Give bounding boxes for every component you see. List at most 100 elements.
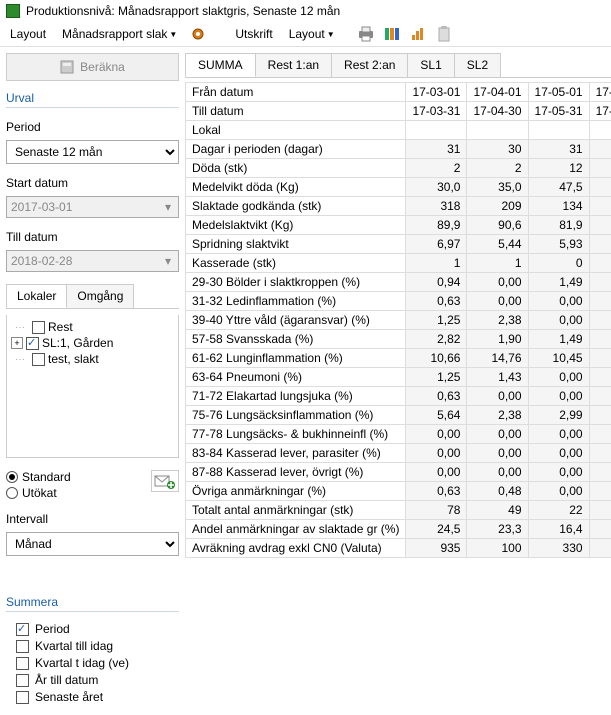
checkbox[interactable] <box>32 321 45 334</box>
cell[interactable]: 0 <box>528 254 589 273</box>
cell[interactable]: 1,49 <box>528 273 589 292</box>
cell[interactable]: 17-06 <box>589 83 611 102</box>
cell[interactable]: 14,76 <box>467 349 528 368</box>
cell[interactable]: 0,00 <box>406 444 467 463</box>
cell[interactable]: 0,63 <box>406 482 467 501</box>
cell[interactable]: 0,00 <box>406 425 467 444</box>
check-kvartal2[interactable]: Kvartal t idag (ve) <box>6 656 179 670</box>
clipboard-icon[interactable] <box>435 25 453 43</box>
tab-summa[interactable]: SUMMA <box>185 53 256 77</box>
cell[interactable] <box>589 425 611 444</box>
cell[interactable] <box>589 444 611 463</box>
checkbox[interactable] <box>26 337 39 350</box>
cell[interactable]: 134 <box>528 197 589 216</box>
cell[interactable]: 935 <box>406 539 467 558</box>
cell[interactable]: 0,00 <box>528 311 589 330</box>
calendar-icon[interactable]: ▾ <box>159 200 177 214</box>
cell[interactable]: 17-03-01 <box>406 83 467 102</box>
cell[interactable]: 31 <box>406 140 467 159</box>
cell[interactable]: 17-04-01 <box>467 83 528 102</box>
cell[interactable]: 0,00 <box>528 368 589 387</box>
cell[interactable]: 2,99 <box>528 406 589 425</box>
tab-lokaler[interactable]: Lokaler <box>6 284 67 308</box>
printer-icon[interactable] <box>357 25 375 43</box>
cell[interactable] <box>589 121 611 140</box>
cell[interactable] <box>589 368 611 387</box>
tree-item-test[interactable]: ··· test, slakt <box>11 351 174 367</box>
gear-icon[interactable] <box>189 25 207 43</box>
tab-rest2an[interactable]: Rest 2:an <box>331 53 408 77</box>
cell[interactable]: 2 <box>467 159 528 178</box>
cell[interactable]: 78 <box>406 501 467 520</box>
menu-print[interactable]: Utskrift <box>229 24 278 44</box>
cell[interactable]: 1 <box>406 254 467 273</box>
cell[interactable] <box>589 406 611 425</box>
check-period[interactable]: Period <box>6 622 179 636</box>
cell[interactable]: 0,00 <box>528 292 589 311</box>
cell[interactable]: 81,9 <box>528 216 589 235</box>
cell[interactable] <box>589 216 611 235</box>
cell[interactable] <box>589 311 611 330</box>
cell[interactable]: 1,43 <box>467 368 528 387</box>
cell[interactable]: 0,94 <box>406 273 467 292</box>
tab-sl2[interactable]: SL2 <box>454 53 501 77</box>
cell[interactable]: 1 <box>467 254 528 273</box>
expand-icon[interactable]: + <box>11 337 23 349</box>
intervall-select[interactable]: Månad <box>6 532 179 556</box>
cell[interactable]: 31 <box>528 140 589 159</box>
tree-item-rest[interactable]: ··· Rest <box>11 319 174 335</box>
cell[interactable] <box>589 463 611 482</box>
cell[interactable]: 0,00 <box>467 273 528 292</box>
calendar-icon[interactable]: ▾ <box>159 254 177 268</box>
cell[interactable]: 209 <box>467 197 528 216</box>
cell[interactable]: 22 <box>528 501 589 520</box>
cell[interactable] <box>589 292 611 311</box>
cell[interactable] <box>589 501 611 520</box>
cell[interactable]: 0,00 <box>528 387 589 406</box>
cell[interactable]: 0,00 <box>528 463 589 482</box>
chart-icon[interactable] <box>409 25 427 43</box>
cell[interactable] <box>467 121 528 140</box>
calculate-button[interactable]: Beräkna <box>6 53 179 81</box>
cell[interactable]: 17-05-01 <box>528 83 589 102</box>
cell[interactable]: 24,5 <box>406 520 467 539</box>
cell[interactable] <box>589 159 611 178</box>
cell[interactable]: 17-03-31 <box>406 102 467 121</box>
radio-standard[interactable]: Standard <box>6 470 71 484</box>
check-kvartal1[interactable]: Kvartal till idag <box>6 639 179 653</box>
cell[interactable]: 16,4 <box>528 520 589 539</box>
cell[interactable] <box>589 273 611 292</box>
till-date-input[interactable] <box>6 250 179 272</box>
cell[interactable]: 0,00 <box>406 463 467 482</box>
cell[interactable]: 0,00 <box>467 292 528 311</box>
menu-layout2-dropdown[interactable]: Layout ▼ <box>283 24 341 44</box>
export-button[interactable] <box>151 470 179 492</box>
cell[interactable]: 0,00 <box>467 444 528 463</box>
cell[interactable]: 2 <box>406 159 467 178</box>
tab-omgang[interactable]: Omgång <box>66 284 134 308</box>
cell[interactable]: 90,6 <box>467 216 528 235</box>
checkbox[interactable] <box>32 353 45 366</box>
cell[interactable]: 100 <box>467 539 528 558</box>
cell[interactable]: 17-06 <box>589 102 611 121</box>
cell[interactable]: 0,00 <box>467 463 528 482</box>
cell[interactable]: 0,00 <box>528 482 589 501</box>
cell[interactable]: 1,25 <box>406 311 467 330</box>
cell[interactable] <box>406 121 467 140</box>
cell[interactable]: 10,45 <box>528 349 589 368</box>
radio-utokat[interactable]: Utökat <box>6 486 71 500</box>
cell[interactable]: 0,48 <box>467 482 528 501</box>
cell[interactable]: 330 <box>528 539 589 558</box>
cell[interactable] <box>589 235 611 254</box>
cell[interactable]: 23,3 <box>467 520 528 539</box>
cell[interactable] <box>589 140 611 159</box>
cell[interactable]: 6,97 <box>406 235 467 254</box>
cell[interactable] <box>589 197 611 216</box>
cell[interactable]: 10,66 <box>406 349 467 368</box>
cell[interactable]: 1,90 <box>467 330 528 349</box>
tab-rest1an[interactable]: Rest 1:an <box>255 53 332 77</box>
check-senaste[interactable]: Senaste året <box>6 690 179 704</box>
cell[interactable]: 0,63 <box>406 387 467 406</box>
cell[interactable] <box>589 482 611 501</box>
cell[interactable]: 17-05-31 <box>528 102 589 121</box>
